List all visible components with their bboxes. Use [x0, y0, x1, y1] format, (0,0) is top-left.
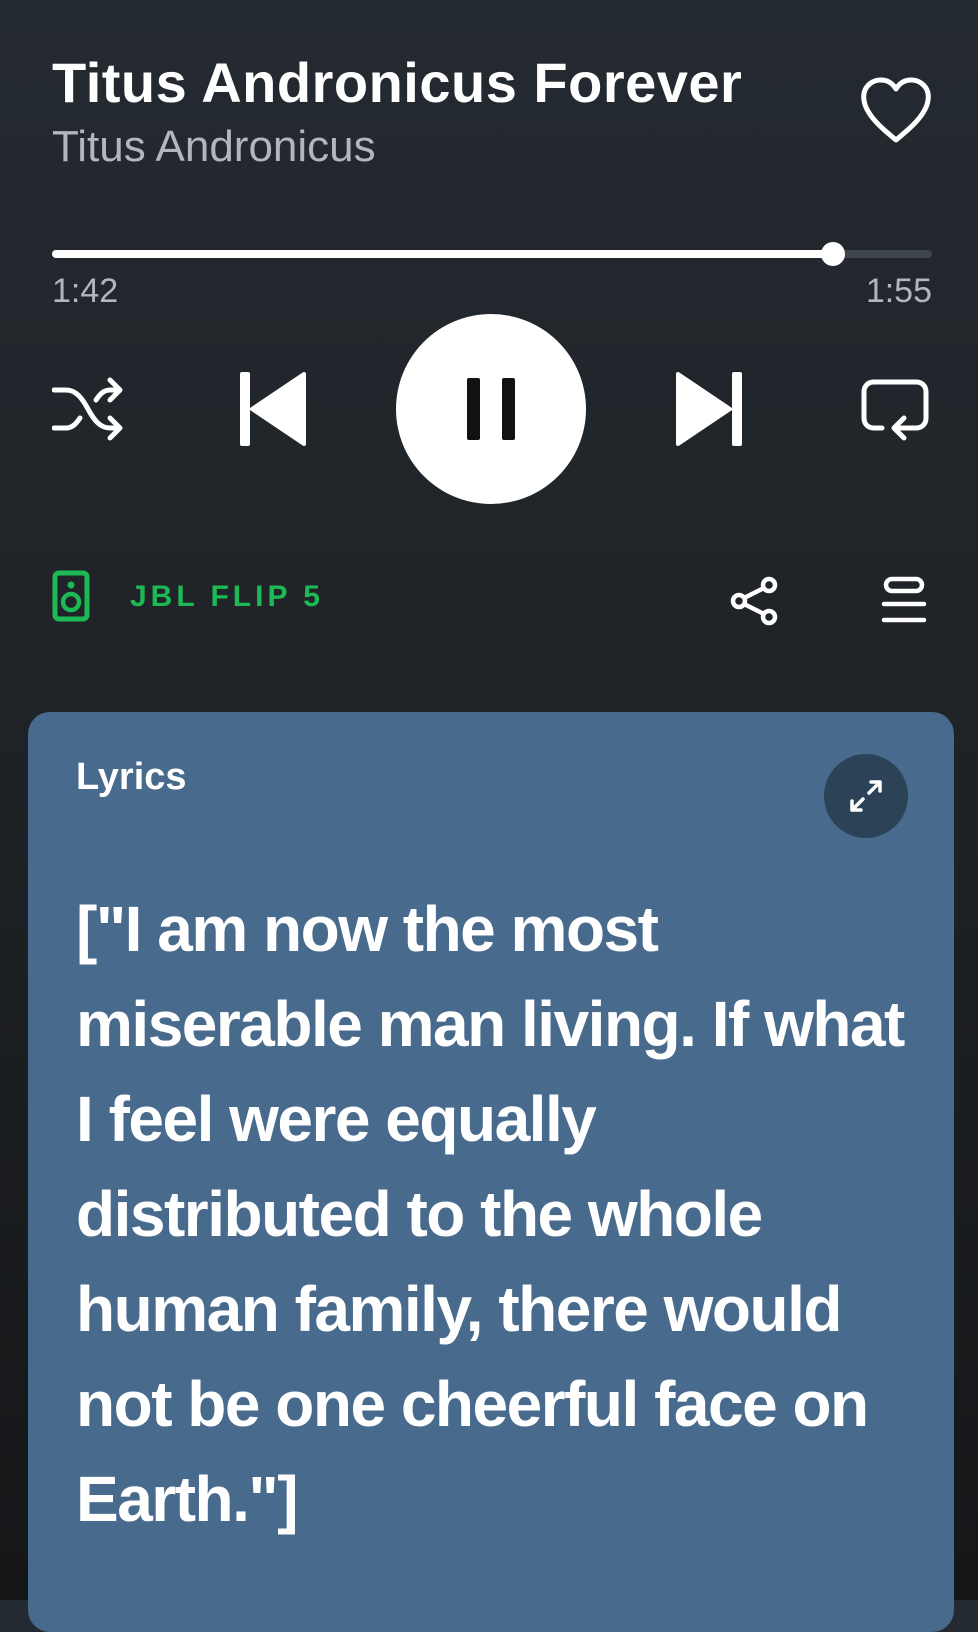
track-artist[interactable]: Titus Andronicus: [52, 122, 376, 172]
repeat-button[interactable]: [860, 376, 930, 442]
pause-icon: [467, 378, 515, 440]
speaker-icon: [52, 570, 90, 622]
next-button[interactable]: [672, 372, 742, 446]
queue-icon: [881, 576, 927, 623]
elapsed-time: 1:42: [52, 272, 119, 310]
previous-button[interactable]: [240, 372, 310, 446]
progress-handle[interactable]: [820, 242, 845, 266]
shuffle-icon: [51, 377, 123, 441]
progress-fill: [52, 250, 833, 258]
lyrics-heading: Lyrics: [76, 756, 187, 798]
share-icon: [730, 576, 778, 626]
like-button[interactable]: [858, 74, 934, 150]
queue-button[interactable]: [880, 576, 928, 626]
skip-next-icon: [676, 372, 742, 446]
device-picker-button[interactable]: [52, 570, 90, 622]
repeat-icon: [861, 379, 929, 441]
lyrics-text: ["I am now the most miserable man living…: [76, 893, 905, 1535]
skip-previous-icon: [240, 372, 306, 446]
connected-device-name[interactable]: JBL FLIP 5: [130, 580, 324, 614]
total-duration: 1:55: [865, 272, 932, 310]
progress-bar[interactable]: [52, 242, 932, 266]
share-button[interactable]: [730, 576, 780, 626]
pause-button[interactable]: [396, 314, 586, 504]
heart-icon: [861, 77, 931, 143]
track-title: Titus Andronicus Forever: [52, 51, 743, 114]
expand-icon: [850, 780, 882, 812]
expand-lyrics-button[interactable]: [824, 754, 908, 838]
shuffle-button[interactable]: [51, 376, 124, 442]
lyrics-card[interactable]: Lyrics ["I am now the most miserable man…: [28, 712, 954, 1632]
